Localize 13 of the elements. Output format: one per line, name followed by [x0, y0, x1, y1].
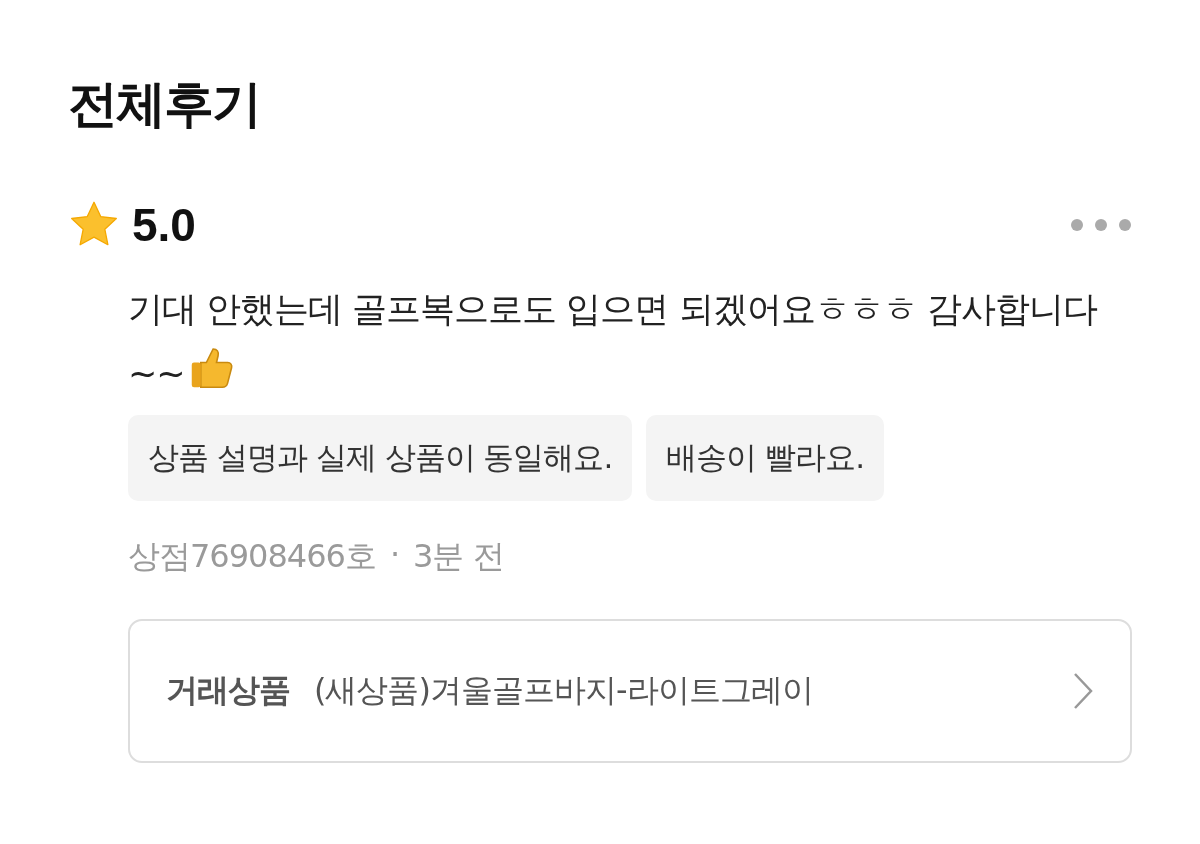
review-tag: 배송이 빨라요. [646, 415, 884, 501]
more-icon[interactable] [1070, 218, 1132, 232]
rating-score: 5.0 [132, 198, 196, 252]
review-text: 기대 안했는데 골프복으로도 입으면 되겠어요ㅎㅎㅎ 감사합니다~~ [128, 288, 1098, 396]
review-time: 3분 전 [413, 536, 504, 577]
separator-dot: · [389, 535, 400, 575]
product-card[interactable]: 거래상품 (새상품)겨울골프바지-라이트그레이 [128, 619, 1132, 763]
author-name: 상점76908466호 [128, 536, 376, 577]
product-name: (새상품)겨울골프바지-라이트그레이 [314, 670, 814, 711]
page-title: 전체후기 [68, 74, 261, 135]
chevron-right-icon [1072, 671, 1094, 711]
review-tag: 상품 설명과 실제 상품이 동일해요. [128, 415, 633, 501]
product-label: 거래상품 [166, 670, 290, 711]
